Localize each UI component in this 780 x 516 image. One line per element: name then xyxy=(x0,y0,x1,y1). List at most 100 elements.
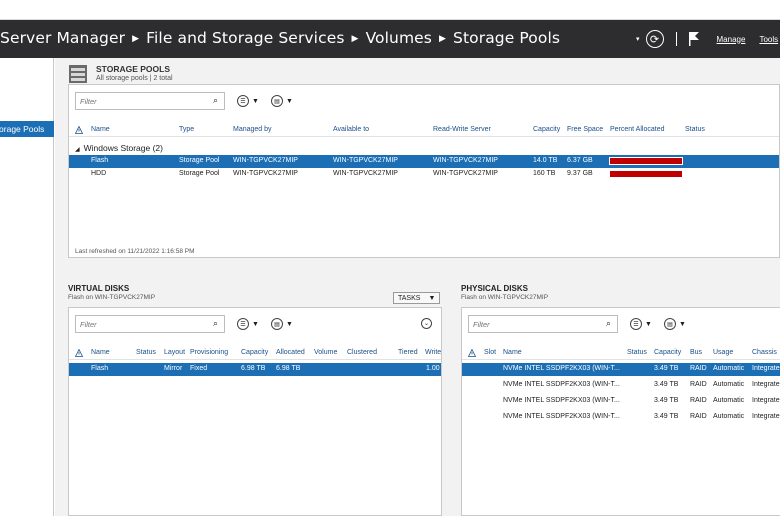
table-header: Slot Name Status Capacity Bus Usage Chas… xyxy=(462,346,780,360)
column-header[interactable]: Status xyxy=(627,349,647,356)
warning-column-icon[interactable] xyxy=(75,349,83,357)
cell-capacity: 14.0 TB xyxy=(533,157,558,164)
save-query-button[interactable]: ▤ ▼ xyxy=(270,95,293,107)
crumb-server-manager[interactable]: Server Manager xyxy=(0,29,125,47)
column-header[interactable]: Chassis xyxy=(752,349,777,356)
cell-usage: Automatic xyxy=(713,413,745,420)
cell-capacity: 3.49 TB xyxy=(654,381,679,388)
table-row[interactable]: NVMe INTEL SSDPF2KX03 (WIN-T... 3.49 TB … xyxy=(462,395,780,408)
group-label: Windows Storage (2) xyxy=(83,143,163,153)
cell-name: NVMe INTEL SSDPF2KX03 (WIN-T... xyxy=(503,365,620,372)
table-row[interactable]: NVMe INTEL SSDPF2KX03 (WIN-T... 3.49 TB … xyxy=(462,363,780,376)
column-header[interactable]: Allocated xyxy=(276,349,305,356)
cell-capacity: 6.98 TB xyxy=(241,365,266,372)
column-header[interactable]: Managed by xyxy=(233,126,272,133)
column-header[interactable]: Usage xyxy=(713,349,733,356)
title-bar: Server Manager ▶ File and Storage Services… xyxy=(0,20,780,58)
cell-type: Storage Pool xyxy=(179,157,220,164)
cell-name: Flash xyxy=(91,365,109,372)
cell-provisioning: Fixed xyxy=(190,365,208,372)
column-header[interactable]: Free Space xyxy=(567,126,603,133)
save-query-button[interactable]: ▤ ▼ xyxy=(270,318,293,330)
cell-free-space: 9.37 GB xyxy=(567,170,593,177)
column-header[interactable]: Status xyxy=(136,349,156,356)
section-title: STORAGE POOLS xyxy=(96,64,170,74)
cell-name: NVMe INTEL SSDPF2KX03 (WIN-T... xyxy=(503,413,620,420)
list-options-icon: ☰ xyxy=(237,318,249,330)
column-header[interactable]: Percent Allocated xyxy=(610,126,664,133)
cell-bus: RAID xyxy=(690,397,707,404)
tasks-button[interactable]: TASKS ▼ xyxy=(393,292,441,304)
filter-input[interactable] xyxy=(469,316,594,332)
cell-capacity: 3.49 TB xyxy=(654,413,679,420)
group-header[interactable]: ◢ Windows Storage (2) xyxy=(75,143,163,153)
filter-input[interactable] xyxy=(76,93,201,109)
filter-input[interactable] xyxy=(76,316,201,332)
main-content: STORAGE POOLS All storage pools | 2 tota… xyxy=(55,58,780,516)
filter-box: ⌕ xyxy=(75,92,225,110)
save-query-icon: ▤ xyxy=(663,318,676,330)
cell-bus: RAID xyxy=(690,413,707,420)
column-header[interactable]: Capacity xyxy=(241,349,268,356)
nav-item-storage-pools[interactable]: Storage Pools xyxy=(0,121,54,137)
virtual-disks-panel: ⌕ ☰▼ ▤▼ ⌄ Name Status Layout Provisionin… xyxy=(68,307,442,516)
virtual-disks-subtitle: Flash on WIN-TGPVCK27MIP xyxy=(68,294,156,301)
crumb-volumes[interactable]: Volumes xyxy=(366,29,432,47)
list-options-button[interactable]: ☰ ▼ xyxy=(237,318,259,330)
list-options-button[interactable]: ☰ ▼ xyxy=(630,318,652,330)
warning-column-icon[interactable] xyxy=(75,126,83,134)
warning-column-icon[interactable] xyxy=(468,349,476,357)
storage-pools-panel: ⌕ ☰▼ ▤▼ Name Type Managed by Available t… xyxy=(68,84,780,258)
tasks-label: TASKS xyxy=(398,294,421,302)
table-row[interactable]: NVMe INTEL SSDPF2KX03 (WIN-T... 3.49 TB … xyxy=(462,379,780,392)
column-header[interactable]: Name xyxy=(503,349,522,356)
expand-icon[interactable]: ⌄ xyxy=(421,318,432,329)
menu-manage[interactable]: Manage xyxy=(717,35,746,44)
column-header[interactable]: Volume xyxy=(314,349,337,356)
cell-rw-server: WIN-TGPVCK27MIP xyxy=(433,157,498,164)
search-icon[interactable]: ⌕ xyxy=(606,318,611,329)
column-header[interactable]: Layout xyxy=(164,349,185,356)
crumb-file-storage[interactable]: File and Storage Services xyxy=(146,29,344,47)
table-row[interactable]: HDD Storage Pool WIN-TGPVCK27MIP WIN-TGP… xyxy=(69,168,779,181)
breadcrumb: Server Manager ▶ File and Storage Services… xyxy=(0,29,560,47)
column-header[interactable]: Read-Write Server xyxy=(433,126,491,133)
cell-capacity: 3.49 TB xyxy=(654,365,679,372)
column-header[interactable]: Slot xyxy=(484,349,496,356)
column-header[interactable]: Write xyxy=(425,349,441,356)
cell-allocated: 6.98 TB xyxy=(276,365,301,372)
menu-tools[interactable]: Tools xyxy=(759,35,778,44)
chevron-down-icon: ▼ xyxy=(252,97,259,105)
cell-name: HDD xyxy=(91,170,107,177)
search-icon[interactable]: ⌕ xyxy=(213,95,218,106)
column-header[interactable]: Name xyxy=(91,126,110,133)
cell-capacity: 3.49 TB xyxy=(654,397,679,404)
column-header[interactable]: Capacity xyxy=(533,126,560,133)
cell-chassis: Integrate xyxy=(752,381,780,388)
cell-available-to: WIN-TGPVCK27MIP xyxy=(333,170,398,177)
chevron-down-icon: ▼ xyxy=(285,97,293,105)
search-icon[interactable]: ⌕ xyxy=(213,318,218,329)
column-header[interactable]: Provisioning xyxy=(190,349,228,356)
column-header[interactable]: Type xyxy=(179,126,194,133)
table-row[interactable]: NVMe INTEL SSDPF2KX03 (WIN-T... 3.49 TB … xyxy=(462,411,780,424)
list-options-button[interactable]: ☰ ▼ xyxy=(237,95,259,107)
column-header[interactable]: Name xyxy=(91,349,110,356)
table-row[interactable]: Flash Mirror Fixed 6.98 TB 6.98 TB 1.00 xyxy=(69,363,441,376)
column-header[interactable]: Status xyxy=(685,126,705,133)
column-header[interactable]: Bus xyxy=(690,349,702,356)
column-header[interactable]: Available to xyxy=(333,126,369,133)
save-query-icon: ▤ xyxy=(270,318,283,330)
collapse-triangle-icon: ◢ xyxy=(75,147,80,153)
refresh-icon[interactable]: ⟳ xyxy=(645,30,664,48)
column-header[interactable]: Clustered xyxy=(347,349,377,356)
table-row[interactable]: Flash Storage Pool WIN-TGPVCK27MIP WIN-T… xyxy=(69,155,779,168)
flag-icon[interactable] xyxy=(688,32,699,46)
refresh-dropdown-icon[interactable]: ▾ xyxy=(636,35,640,43)
cell-write: 1.00 xyxy=(426,365,440,372)
column-header[interactable]: Capacity xyxy=(654,349,681,356)
cell-type: Storage Pool xyxy=(179,170,220,177)
save-query-button[interactable]: ▤ ▼ xyxy=(663,318,686,330)
crumb-separator-icon: ▶ xyxy=(132,34,140,44)
column-header[interactable]: Tiered xyxy=(398,349,418,356)
